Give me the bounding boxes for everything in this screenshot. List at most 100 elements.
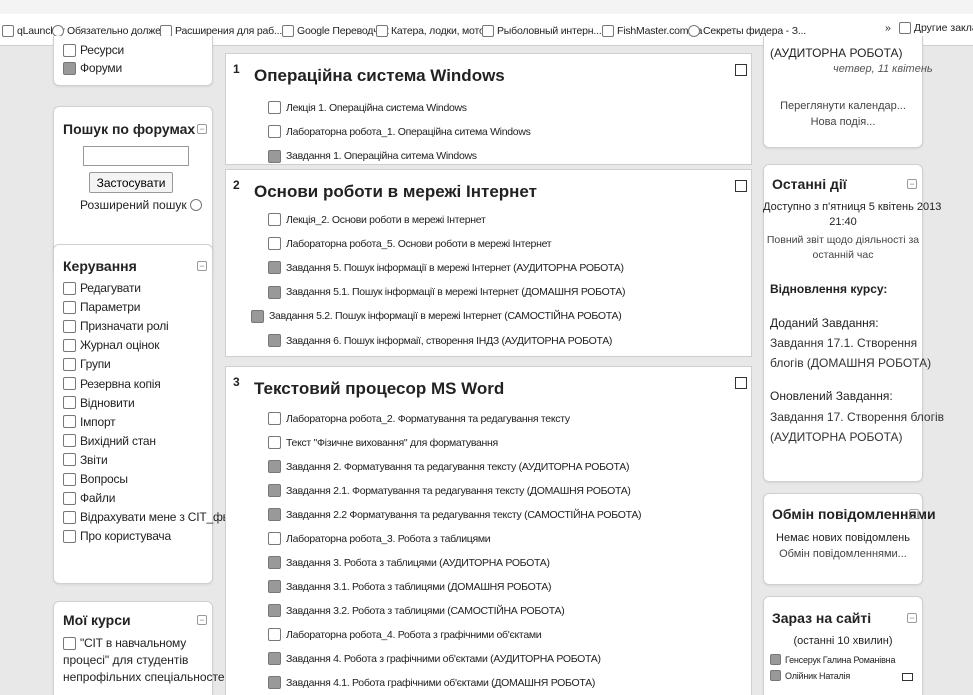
bookmarks-overflow[interactable]: » Другие закладки [885, 22, 973, 34]
collapse-icon[interactable]: − [907, 613, 917, 623]
activity-link[interactable]: Лабораторна робота_3. Робота з таблицями [268, 532, 491, 545]
collapse-icon[interactable]: − [909, 509, 919, 519]
doc-icon [268, 436, 281, 449]
admin-item[interactable]: Файли [63, 491, 115, 505]
chevron-more-icon[interactable]: » [885, 22, 891, 34]
bookmark-label: Google Переводчик [297, 25, 389, 37]
admin-item[interactable]: Редагувати [63, 281, 141, 295]
search-apply-button[interactable]: Застосувати [89, 172, 173, 193]
activity-link[interactable]: Завдання 4.1. Робота графічними об'єктам… [268, 676, 595, 689]
advanced-search-link[interactable]: Розширений пошук [80, 198, 205, 212]
admin-item[interactable]: Відновити [63, 396, 135, 410]
activity-since: Доступно з п'ятниця 5 квітень 2013 [763, 201, 942, 213]
course-link-line[interactable]: непрофільних спеціальностей [63, 670, 231, 684]
activity-link[interactable]: Завдання 2. Форматування та редагування … [268, 460, 629, 473]
view-calendar-link[interactable]: Переглянути календар... [763, 100, 923, 112]
pdf-icon [268, 125, 281, 139]
section-title: Операційна система Windows [254, 66, 505, 85]
activity-link[interactable]: Завдання 3.1. Робота з таблицями (ДОМАШН… [268, 580, 551, 593]
admin-item[interactable]: Про користувача [63, 529, 171, 543]
admin-item[interactable]: Звіти [63, 453, 108, 467]
admin-item-label: Журнал оцінок [80, 338, 160, 353]
updated-activity-link[interactable]: (АУДИТОРНА РОБОТА) [770, 430, 903, 444]
admin-item[interactable]: Імпорт [63, 415, 116, 429]
section-number: 3 [233, 375, 240, 389]
activity-link[interactable]: Завдання 3. Робота з таблицями (АУДИТОРН… [268, 556, 550, 569]
admin-item[interactable]: Призначати ролі [63, 319, 169, 333]
collapse-icon[interactable]: − [197, 261, 207, 271]
admin-item[interactable]: Групи [63, 357, 111, 371]
collapse-icon[interactable]: − [907, 179, 917, 189]
activity-label: Лабораторна робота_2. Форматування та ре… [286, 412, 570, 425]
admin-item[interactable]: Резервна копія [63, 377, 161, 391]
admin-item[interactable]: Параметри [63, 300, 140, 314]
activity-link[interactable]: Завдання 2.2 Форматування та редагування… [268, 508, 642, 521]
import-icon [63, 415, 76, 429]
pdf-icon [268, 412, 281, 425]
collapse-icon[interactable]: − [197, 615, 207, 625]
reset-icon [63, 434, 76, 448]
forum-search-title: Пошук по форумах [63, 121, 196, 137]
added-activity-link[interactable]: блогів (ДОМАШНЯ РОБОТА) [770, 356, 931, 370]
admin-item-label: Групи [80, 357, 111, 372]
nav-item-resources[interactable]: Ресурси [63, 43, 124, 57]
admin-item[interactable]: Вихідний стан [63, 434, 156, 448]
activity-link[interactable]: Лабораторна робота_5. Основи роботи в ме… [268, 237, 552, 251]
activity-link[interactable]: Завдання 6. Пошук інформаії, створення І… [268, 334, 612, 347]
bookmark-item[interactable]: Google Переводчик [282, 25, 389, 37]
activity-link[interactable]: Лабораторна робота_4. Робота з графічним… [268, 628, 542, 641]
calendar-event[interactable]: (АУДИТОРНА РОБОТА) [770, 46, 903, 60]
course-link-line: "СІТ в навчальному [80, 636, 187, 650]
online-user[interactable]: Олійник Наталія [770, 670, 850, 681]
admin-item-label: Про користувача [80, 529, 171, 544]
other-bookmarks-label[interactable]: Другие закладки [914, 22, 973, 34]
updated-activity-link[interactable]: Завдання 17. Створення блогів [770, 410, 944, 424]
section-highlight-checkbox[interactable] [735, 377, 747, 389]
bookmark-item[interactable]: Катера, лодки, мото... [376, 25, 493, 37]
activity-link[interactable]: Лабораторна робота_1. Операційна ситема … [268, 125, 531, 139]
full-report-link[interactable]: останній час [763, 249, 923, 261]
activity-link[interactable]: Завдання 5. Пошук інформації в мережі Ін… [268, 261, 624, 275]
admin-item[interactable]: Журнал оцінок [63, 338, 159, 352]
my-courses-title: Мої курси [63, 612, 131, 628]
activity-label: Лабораторна робота_1. Операційна ситема … [286, 125, 531, 138]
activity-link[interactable]: Завдання 5.1. Пошук інформації в мережі … [268, 285, 625, 299]
admin-item-label: Призначати ролі [80, 319, 169, 334]
full-report-link[interactable]: Повний звіт щодо діяльності за [763, 234, 923, 246]
admin-item[interactable]: Відрахувати мене з СІТ_фв [63, 510, 229, 524]
forum-search-input[interactable] [83, 146, 189, 166]
activity-link[interactable]: Завдання 5.2. Пошук інформації в мережі … [251, 309, 622, 323]
activity-link[interactable]: Завдання 4. Робота з графічними об'єктам… [268, 652, 601, 665]
activity-link[interactable]: Завдання 3.2. Робота з таблицями (САМОСТ… [268, 604, 565, 617]
grades-icon [63, 338, 76, 352]
activity-link[interactable]: Лекція_2. Основи роботи в мережі Інтерне… [268, 213, 486, 226]
online-users-title: Зараз на сайті [772, 610, 872, 626]
activity-link[interactable]: Лабораторна робота_2. Форматування та ре… [268, 412, 570, 425]
assignment-icon [268, 334, 281, 347]
admin-item[interactable]: Вопросы [63, 472, 128, 486]
activity-link[interactable]: Завдання 1. Операційна ситема Windows [268, 149, 477, 163]
messages-link[interactable]: Обмін повідомленнями... [763, 548, 923, 560]
section-highlight-checkbox[interactable] [735, 64, 747, 76]
admin-item-label: Файли [80, 491, 116, 506]
nav-item-forums[interactable]: Форуми [63, 61, 122, 75]
activity-link[interactable]: Текст "Фізичне виховання" для форматуван… [268, 436, 498, 449]
activity-link[interactable]: Завдання 2.1. Форматування та редагуванн… [268, 484, 631, 497]
online-user[interactable]: Генсерук Галина Романівна [770, 654, 895, 665]
course-link-line[interactable]: процесі" для студентів [63, 653, 188, 667]
bookmark-label: Рыболовный интерн... [497, 25, 602, 37]
pdf-icon [268, 213, 281, 226]
message-envelope-icon[interactable] [902, 673, 913, 681]
admin-item-label: Вихідний стан [80, 433, 156, 448]
activity-link[interactable]: Лекція 1. Операційна система Windows [268, 101, 467, 114]
new-event-link[interactable]: Нова подія... [763, 116, 923, 128]
section-highlight-checkbox[interactable] [735, 180, 747, 192]
added-activity-link[interactable]: Завдання 17.1. Створення [770, 336, 917, 350]
restore-icon [63, 396, 76, 410]
bookmark-item[interactable]: Рыболовный интерн... [482, 25, 602, 37]
activity-label: Лекція_2. Основи роботи в мережі Інтерне… [286, 213, 486, 226]
collapse-icon[interactable]: − [197, 124, 207, 134]
course-link[interactable]: "СІТ в навчальному [63, 636, 186, 650]
activity-label: Завдання 3. Робота з таблицями (АУДИТОРН… [286, 556, 550, 569]
help-icon[interactable] [189, 199, 202, 211]
